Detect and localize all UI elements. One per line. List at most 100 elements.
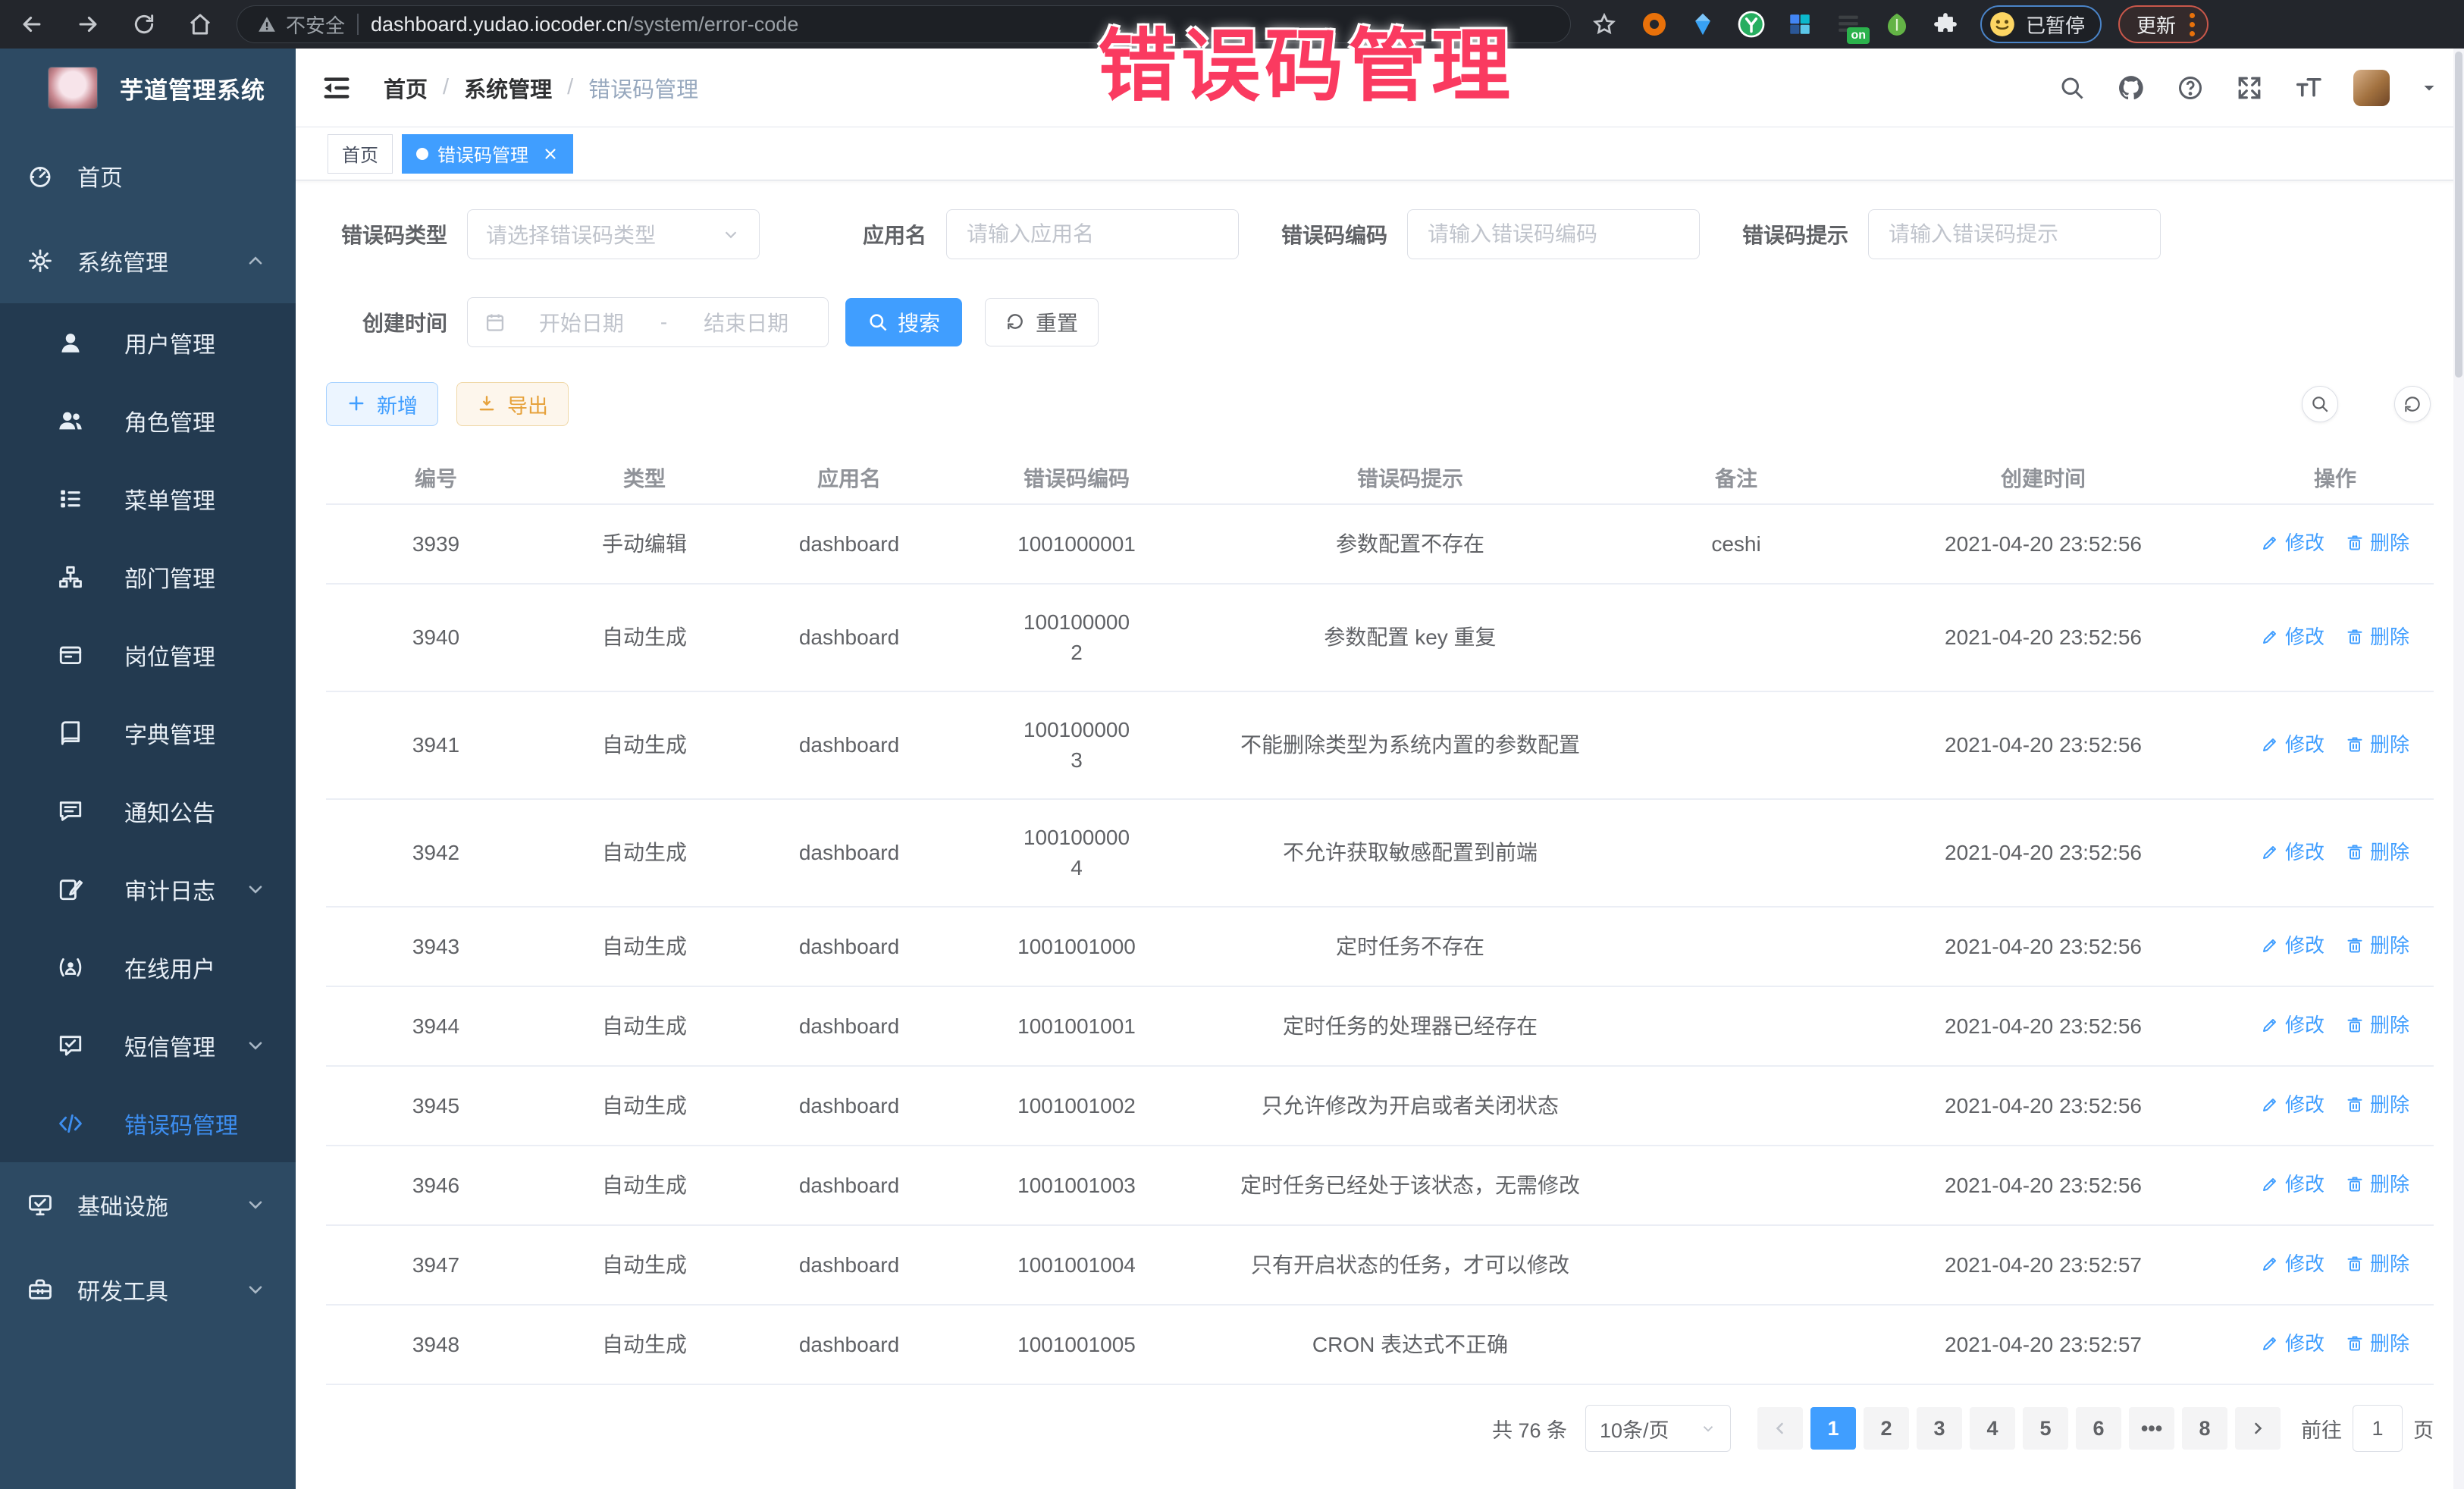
page-button-3[interactable]: 3 (1917, 1407, 1962, 1450)
green-y-ext-icon[interactable] (1736, 9, 1766, 39)
puzzle-ext-icon[interactable] (1930, 9, 1961, 39)
edit-icon (2261, 628, 2279, 646)
bookmark-star-icon[interactable] (1589, 9, 1619, 39)
sidebar-item-devtools[interactable]: 研发工具 (0, 1247, 296, 1332)
home-icon[interactable] (183, 8, 217, 41)
page-scrollbar[interactable] (2453, 49, 2464, 1489)
fullscreen-icon[interactable] (2235, 74, 2264, 102)
next-page-button[interactable] (2235, 1407, 2281, 1450)
error-hint-input[interactable] (1868, 209, 2161, 259)
close-icon[interactable] (542, 146, 559, 162)
delete-button[interactable]: 删除 (2346, 1249, 2409, 1279)
edit-button[interactable]: 修改 (2261, 1089, 2324, 1120)
row-remark (1622, 799, 1850, 907)
sidebar-item-menu-list[interactable]: 菜单管理 (0, 459, 296, 538)
error-type-select[interactable]: 请选择错误码类型 (467, 209, 760, 259)
blue-gem-ext-icon[interactable] (1688, 9, 1718, 39)
sidebar-item-audit-log[interactable]: 审计日志 (0, 850, 296, 928)
sidebar-item-dictionary[interactable]: 字典管理 (0, 694, 296, 772)
sidebar-item-infrastructure[interactable]: 基础设施 (0, 1162, 296, 1247)
refresh-table-button[interactable] (2394, 386, 2431, 422)
page-button-1[interactable]: 1 (1810, 1407, 1856, 1450)
list-ext-icon[interactable]: on (1833, 9, 1864, 39)
search-button[interactable]: 搜索 (845, 298, 962, 346)
row-app: dashboard (743, 799, 955, 907)
edit-button[interactable]: 修改 (2261, 837, 2324, 867)
row-app: dashboard (743, 1066, 955, 1146)
sidebar-item-roles[interactable]: 角色管理 (0, 381, 296, 459)
hamburger-icon[interactable] (320, 71, 353, 105)
breadcrumb-home[interactable]: 首页 (384, 72, 428, 104)
delete-button[interactable]: 删除 (2346, 837, 2409, 867)
sidebar-item-user[interactable]: 用户管理 (0, 303, 296, 381)
orange-circle-ext-icon[interactable] (1639, 9, 1669, 39)
page-ellipsis[interactable]: ••• (2129, 1407, 2174, 1450)
delete-button[interactable]: 删除 (2346, 729, 2409, 760)
edit-button[interactable]: 修改 (2261, 1010, 2324, 1040)
delete-button[interactable]: 删除 (2346, 1328, 2409, 1359)
forward-icon[interactable] (71, 8, 105, 41)
delete-icon (2346, 1255, 2364, 1273)
paused-badge[interactable]: 已暂停 (1980, 5, 2102, 43)
delete-button[interactable]: 删除 (2346, 622, 2409, 652)
breadcrumb-system[interactable]: 系统管理 (464, 72, 552, 104)
row-time: 2021-04-20 23:52:57 (1850, 1305, 2237, 1384)
page-button-5[interactable]: 5 (2023, 1407, 2068, 1450)
page-button-6[interactable]: 6 (2076, 1407, 2121, 1450)
tag-home[interactable]: 首页 (328, 134, 393, 174)
sidebar-item-badge[interactable]: 岗位管理 (0, 616, 296, 694)
edit-button[interactable]: 修改 (2261, 930, 2324, 961)
page-button-2[interactable]: 2 (1864, 1407, 1909, 1450)
back-icon[interactable] (15, 8, 49, 41)
browser-menu-icon[interactable] (2190, 13, 2195, 36)
edit-button[interactable]: 修改 (2261, 729, 2324, 760)
delete-button[interactable]: 删除 (2346, 930, 2409, 961)
update-button[interactable]: 更新 (2118, 5, 2209, 43)
date-range-picker[interactable]: 开始日期 - 结束日期 (467, 297, 829, 347)
export-button[interactable]: 导出 (456, 382, 569, 426)
sidebar-item-sms[interactable]: 短信管理 (0, 1006, 296, 1084)
edit-button[interactable]: 修改 (2261, 1328, 2324, 1359)
font-size-icon[interactable] (2294, 74, 2323, 102)
search-icon[interactable] (2058, 74, 2086, 102)
sidebar-item-label: 用户管理 (108, 326, 215, 359)
app-logo[interactable] (49, 67, 97, 108)
hide-search-button[interactable] (2302, 386, 2338, 422)
page-button-4[interactable]: 4 (1970, 1407, 2015, 1450)
sidebar-item-announcement[interactable]: 通知公告 (0, 772, 296, 850)
prev-page-button[interactable] (1757, 1407, 1803, 1450)
delete-icon (2346, 735, 2364, 754)
github-icon[interactable] (2117, 74, 2146, 102)
goto-page-input[interactable] (2353, 1405, 2403, 1452)
sidebar-item-dashboard[interactable]: 首页 (0, 133, 296, 218)
edit-icon (2261, 1096, 2279, 1114)
edit-button[interactable]: 修改 (2261, 622, 2324, 652)
page-size-select[interactable]: 10条/页 (1585, 1405, 1731, 1452)
caret-down-icon[interactable] (2420, 79, 2438, 97)
help-icon[interactable] (2176, 74, 2205, 102)
tag-error-code[interactable]: 错误码管理 (402, 134, 573, 174)
app-name-input[interactable] (946, 209, 1239, 259)
page-button-8[interactable]: 8 (2182, 1407, 2227, 1450)
scrollbar-thumb[interactable] (2455, 52, 2462, 378)
error-code-input[interactable] (1407, 209, 1700, 259)
row-actions: 修改删除 (2237, 986, 2434, 1066)
sidebar-item-code[interactable]: 错误码管理 (0, 1084, 296, 1162)
sidebar-item-org-tree[interactable]: 部门管理 (0, 538, 296, 616)
edit-button[interactable]: 修改 (2261, 1249, 2324, 1279)
add-button[interactable]: 新增 (326, 382, 438, 426)
delete-button[interactable]: 删除 (2346, 1010, 2409, 1040)
edit-button[interactable]: 修改 (2261, 528, 2324, 558)
color-grid-ext-icon[interactable] (1785, 9, 1815, 39)
delete-button[interactable]: 删除 (2346, 528, 2409, 558)
delete-button[interactable]: 删除 (2346, 1089, 2409, 1120)
reset-button[interactable]: 重置 (985, 298, 1099, 346)
sidebar-item-gear[interactable]: 系统管理 (0, 218, 296, 303)
user-avatar[interactable] (2353, 70, 2390, 106)
edit-button[interactable]: 修改 (2261, 1169, 2324, 1199)
reload-icon[interactable] (127, 8, 161, 41)
green-leaf-ext-icon[interactable] (1882, 9, 1912, 39)
page-unit: 页 (2413, 1414, 2434, 1444)
sidebar-item-online-user[interactable]: 在线用户 (0, 928, 296, 1006)
delete-button[interactable]: 删除 (2346, 1169, 2409, 1199)
